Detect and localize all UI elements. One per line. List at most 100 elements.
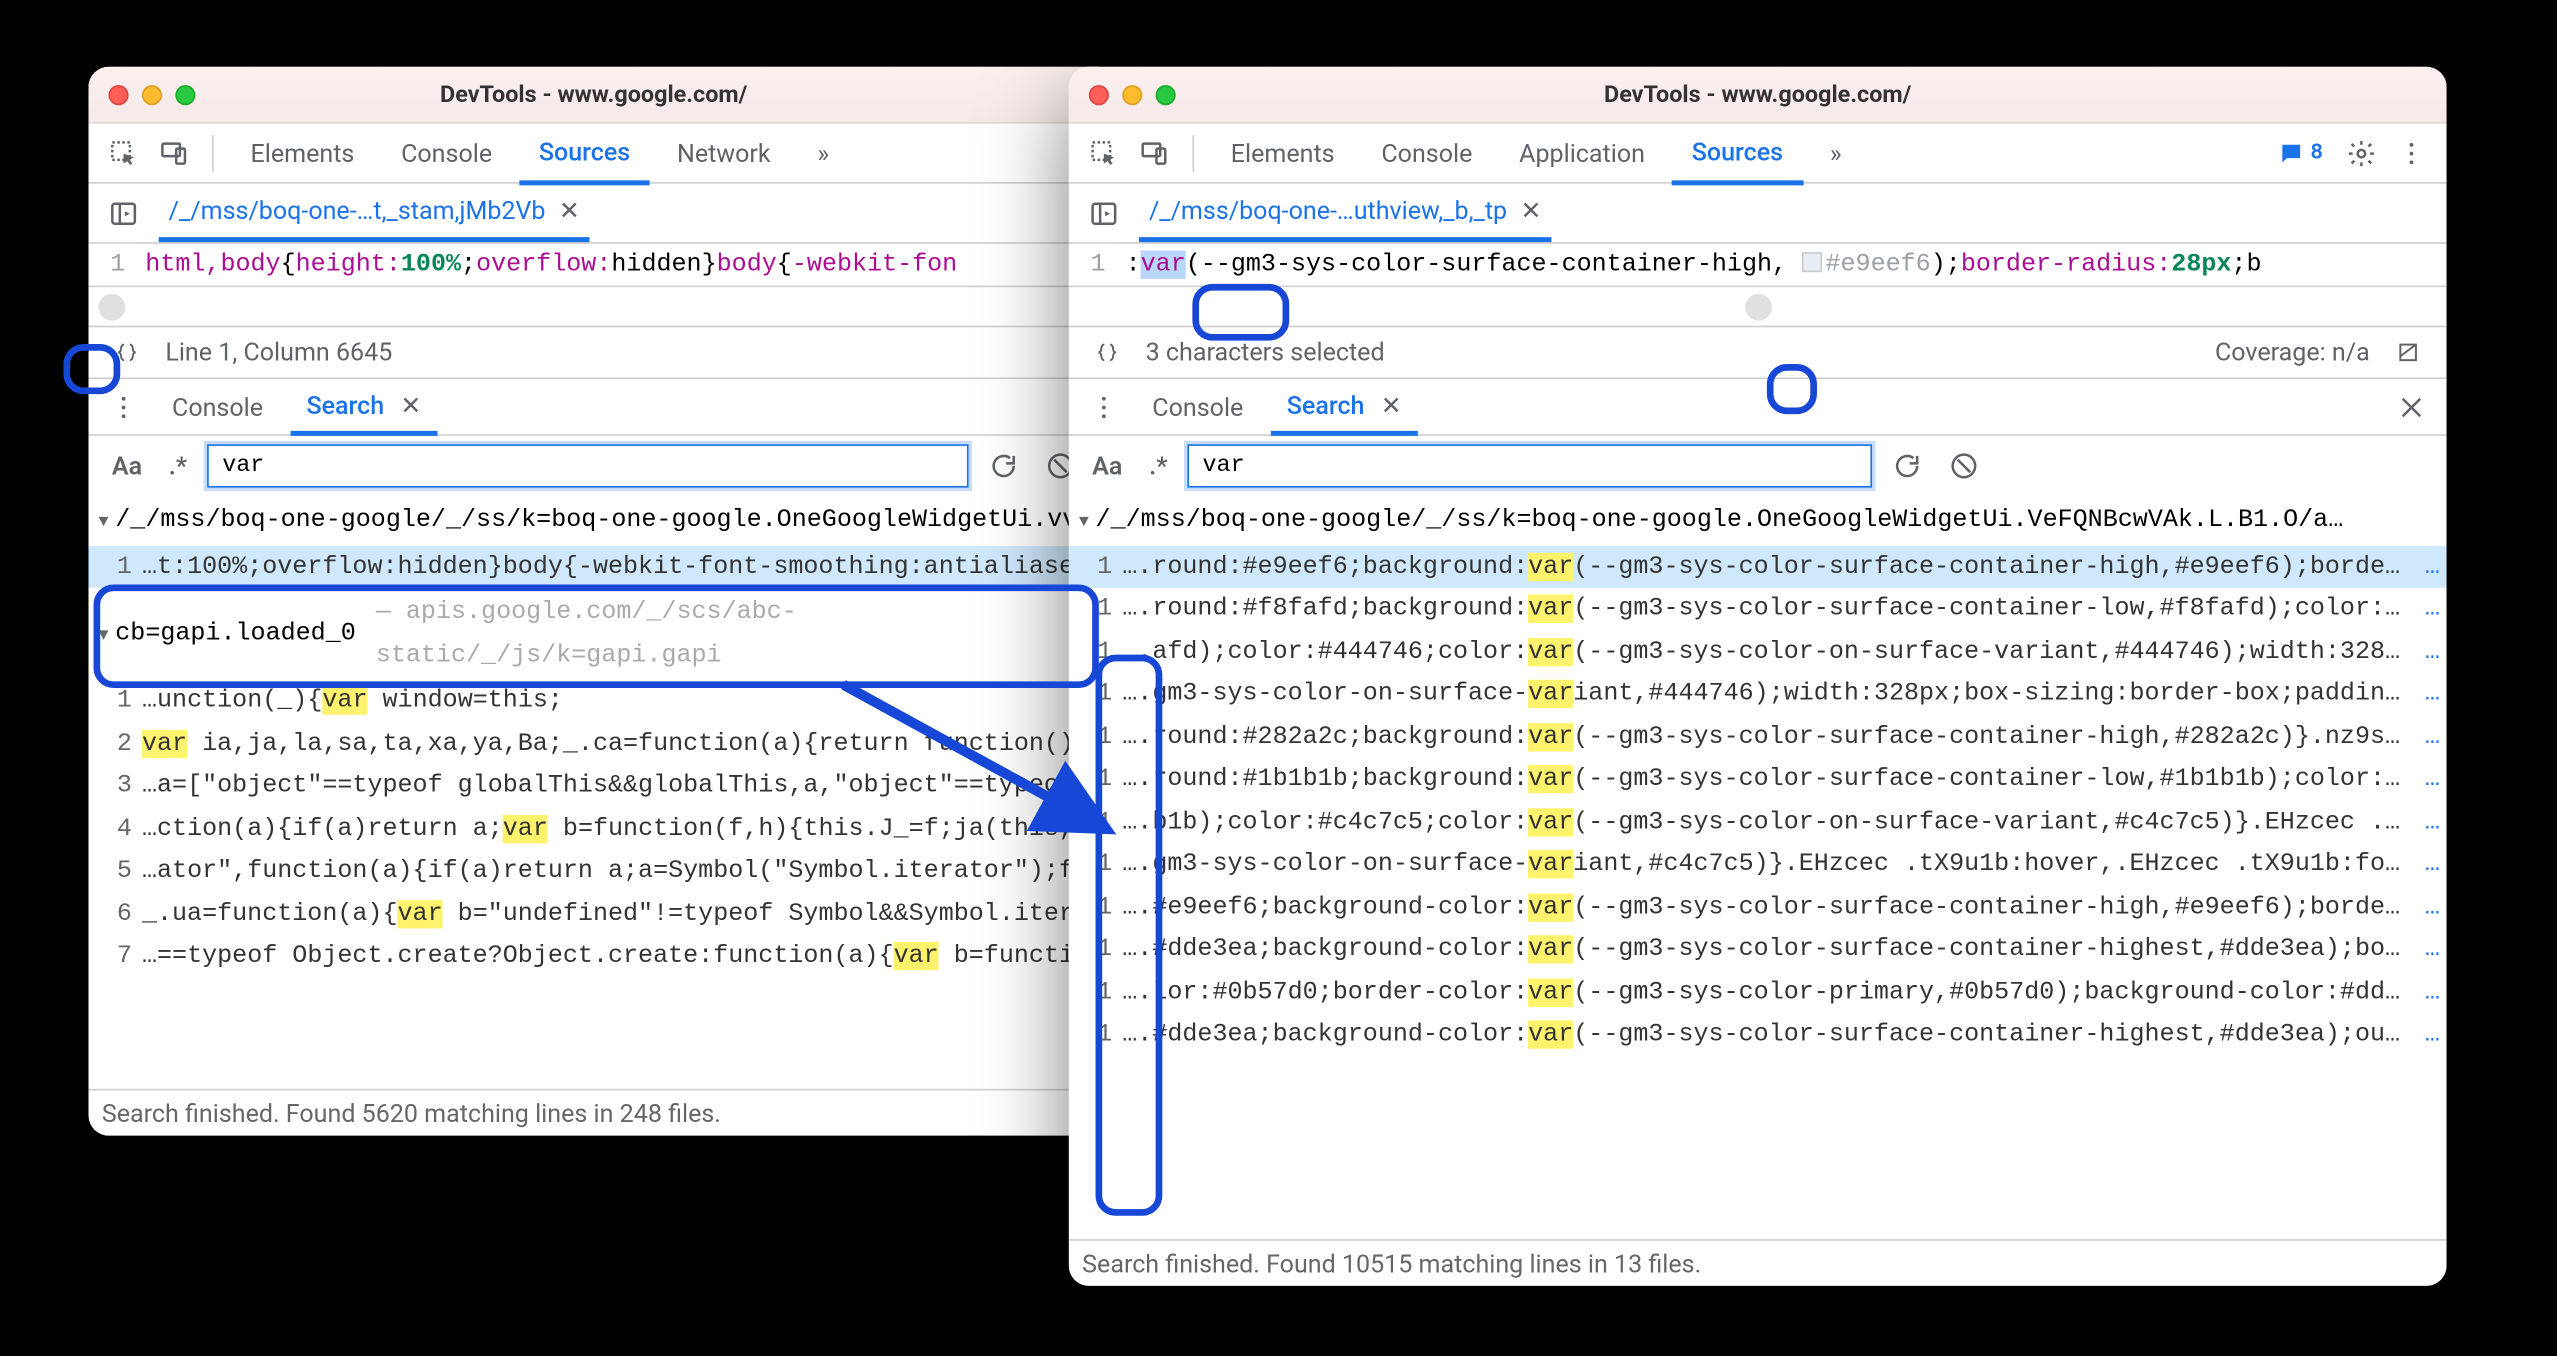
- result-row[interactable]: 2var ia,ja,la,sa,ta,xa,ya,Ba;_.ca=functi…: [89, 722, 1099, 765]
- more-icon[interactable]: [2390, 131, 2433, 174]
- pretty-print-icon[interactable]: [105, 331, 148, 374]
- disclosure-triangle-icon[interactable]: [99, 612, 109, 655]
- tab-network[interactable]: Network: [657, 124, 791, 181]
- drawer-tab-console[interactable]: Console: [155, 382, 279, 432]
- navigator-toggle-icon[interactable]: [102, 191, 145, 234]
- tabs-overflow[interactable]: »: [1810, 124, 1862, 181]
- search-input[interactable]: [1188, 444, 1873, 487]
- result-row[interactable]: 1.gm3-sys-color-on-surface-variant,#4447…: [1069, 673, 2447, 716]
- source-editor[interactable]: 1 html,body{height:100%;overflow:hidden}…: [89, 244, 1099, 286]
- tab-elements[interactable]: Elements: [230, 124, 374, 181]
- regex-toggle[interactable]: .*: [1142, 448, 1174, 485]
- navigator-toggle-icon[interactable]: [1082, 191, 1125, 234]
- result-row[interactable]: 7==typeof Object.create?Object.create:fu…: [89, 935, 1099, 978]
- result-snippet: .lor:#0b57d0;border-color:var(--gm3-sys-…: [1122, 971, 2415, 1014]
- result-row[interactable]: 1.round:#f8fafd;background:var(--gm3-sys…: [1069, 588, 2447, 631]
- file-tab[interactable]: /_/mss/boq-one-…uthview,_b,_tp ✕: [1139, 184, 1552, 242]
- code-line[interactable]: html,body{height:100%;overflow:hidden}bo…: [135, 244, 967, 286]
- tab-console[interactable]: Console: [1361, 124, 1492, 181]
- tab-console[interactable]: Console: [381, 124, 512, 181]
- result-file-name: /_/mss/boq-one-google/_/ss/k=boq-one-goo…: [115, 499, 1077, 542]
- tab-application[interactable]: Application: [1499, 124, 1665, 181]
- result-file-header[interactable]: /_/mss/boq-one-google/_/ss/k=boq-one-goo…: [89, 496, 1099, 545]
- highlight: var: [894, 942, 939, 970]
- result-row[interactable]: 1.round:#282a2c;background:var(--gm3-sys…: [1069, 716, 2447, 759]
- result-row[interactable]: 6_.ua=function(a){var b="undefined"!=typ…: [89, 893, 1099, 936]
- device-icon[interactable]: [1132, 131, 1175, 174]
- devtools-window-left: DevTools - www.google.com/ Elements Cons…: [89, 67, 1099, 1136]
- inspect-icon[interactable]: [1082, 131, 1125, 174]
- messages-badge[interactable]: 8: [2267, 139, 2333, 166]
- minimap-scrollbar[interactable]: [1069, 286, 2447, 326]
- window-minimize-button[interactable]: [142, 84, 162, 104]
- result-file-header[interactable]: cb=gapi.loaded_0 — apis.google.com/_/scs…: [89, 588, 1099, 680]
- match-case-toggle[interactable]: Aa: [105, 448, 149, 485]
- separator: [212, 134, 214, 171]
- code-line[interactable]: :var(--gm3-sys-color-surface-container-h…: [1116, 244, 2272, 286]
- close-icon[interactable]: ✕: [1381, 390, 1402, 420]
- coverage-icon[interactable]: [2386, 331, 2429, 374]
- result-row[interactable]: 1.#dde3ea;background-color:var(--gm3-sys…: [1069, 1014, 2447, 1057]
- result-row[interactable]: 5ator",function(a){if(a)return a;a=Symbo…: [89, 850, 1099, 893]
- close-icon[interactable]: ✕: [559, 195, 580, 225]
- settings-icon[interactable]: [2340, 131, 2383, 174]
- window-close-button[interactable]: [1089, 84, 1109, 104]
- file-tab[interactable]: /_/mss/boq-one-…t,_stam,jMb2Vb ✕: [159, 184, 590, 242]
- window-minimize-button[interactable]: [1122, 84, 1142, 104]
- drawer-tab-search[interactable]: Search ✕: [290, 380, 438, 435]
- result-row[interactable]: 1.afd);color:#444746;color:var(--gm3-sys…: [1069, 630, 2447, 673]
- result-file-header[interactable]: /_/mss/boq-one-google/_/ss/k=boq-one-goo…: [1069, 496, 2447, 545]
- result-row[interactable]: 1unction(_){var window=this;: [89, 680, 1099, 723]
- disclosure-triangle-icon[interactable]: [99, 499, 109, 542]
- match-case-toggle[interactable]: Aa: [1086, 448, 1130, 485]
- close-drawer-icon[interactable]: [2390, 385, 2433, 428]
- result-row[interactable]: 3a=["object"==typeof globalThis&&globalT…: [89, 765, 1099, 808]
- search-results[interactable]: /_/mss/boq-one-google/_/ss/k=boq-one-goo…: [89, 496, 1099, 1089]
- refresh-icon[interactable]: [982, 444, 1025, 487]
- scroll-thumb[interactable]: [99, 293, 126, 320]
- device-icon[interactable]: [152, 131, 195, 174]
- refresh-icon[interactable]: [1886, 444, 1929, 487]
- search-results[interactable]: /_/mss/boq-one-google/_/ss/k=boq-one-goo…: [1069, 496, 2447, 1239]
- drawer-tab-console[interactable]: Console: [1136, 382, 1260, 432]
- result-row[interactable]: 1.gm3-sys-color-on-surface-variant,#c4c7…: [1069, 843, 2447, 886]
- inspect-icon[interactable]: [102, 131, 145, 174]
- result-row[interactable]: 4ction(a){if(a)return a;var b=function(f…: [89, 807, 1099, 850]
- tab-sources[interactable]: Sources: [1672, 123, 1803, 185]
- clear-icon[interactable]: [1942, 444, 1985, 487]
- result-row[interactable]: 1t:100%;overflow:hidden}body{-webkit-fon…: [89, 545, 1099, 588]
- result-row[interactable]: 1.lor:#0b57d0;border-color:var(--gm3-sys…: [1069, 971, 2447, 1014]
- result-line-number: 5: [95, 850, 132, 893]
- result-line-number: 4: [95, 807, 132, 850]
- source-editor[interactable]: 1 :var(--gm3-sys-color-surface-container…: [1069, 244, 2447, 286]
- more-icon[interactable]: [1082, 385, 1125, 428]
- highlight: var: [1528, 850, 1573, 878]
- more-icon[interactable]: [102, 385, 145, 428]
- search-bar: Aa .*: [1069, 436, 2447, 496]
- window-zoom-button[interactable]: [175, 84, 195, 104]
- close-icon[interactable]: ✕: [1520, 195, 1541, 225]
- close-icon[interactable]: ✕: [400, 390, 421, 420]
- disclosure-triangle-icon[interactable]: [1079, 499, 1089, 542]
- search-input[interactable]: [207, 444, 968, 487]
- color-swatch[interactable]: [1802, 252, 1822, 272]
- pretty-print-icon[interactable]: [1086, 331, 1129, 374]
- window-close-button[interactable]: [109, 84, 129, 104]
- highlight: var: [1528, 807, 1573, 835]
- tab-elements[interactable]: Elements: [1211, 124, 1355, 181]
- regex-toggle[interactable]: .*: [162, 448, 194, 485]
- scroll-thumb[interactable]: [1744, 293, 1771, 320]
- tabs-overflow[interactable]: »: [797, 124, 849, 181]
- drawer-tab-search[interactable]: Search ✕: [1270, 380, 1418, 435]
- minimap-scrollbar[interactable]: [89, 286, 1099, 326]
- result-row[interactable]: 1.round:#e9eef6;background:var(--gm3-sys…: [1069, 545, 2447, 588]
- result-row[interactable]: 1.b1b);color:#c4c7c5;color:var(--gm3-sys…: [1069, 801, 2447, 844]
- result-line-number: 2: [95, 722, 132, 765]
- result-row[interactable]: 1.round:#1b1b1b;background:var(--gm3-sys…: [1069, 758, 2447, 801]
- ellipsis-icon: …: [2425, 630, 2440, 673]
- result-row[interactable]: 1.#e9eef6;background-color:var(--gm3-sys…: [1069, 886, 2447, 929]
- tab-sources[interactable]: Sources: [519, 123, 650, 185]
- result-line-number: 1: [1075, 545, 1112, 588]
- result-row[interactable]: 1.#dde3ea;background-color:var(--gm3-sys…: [1069, 929, 2447, 972]
- window-zoom-button[interactable]: [1156, 84, 1176, 104]
